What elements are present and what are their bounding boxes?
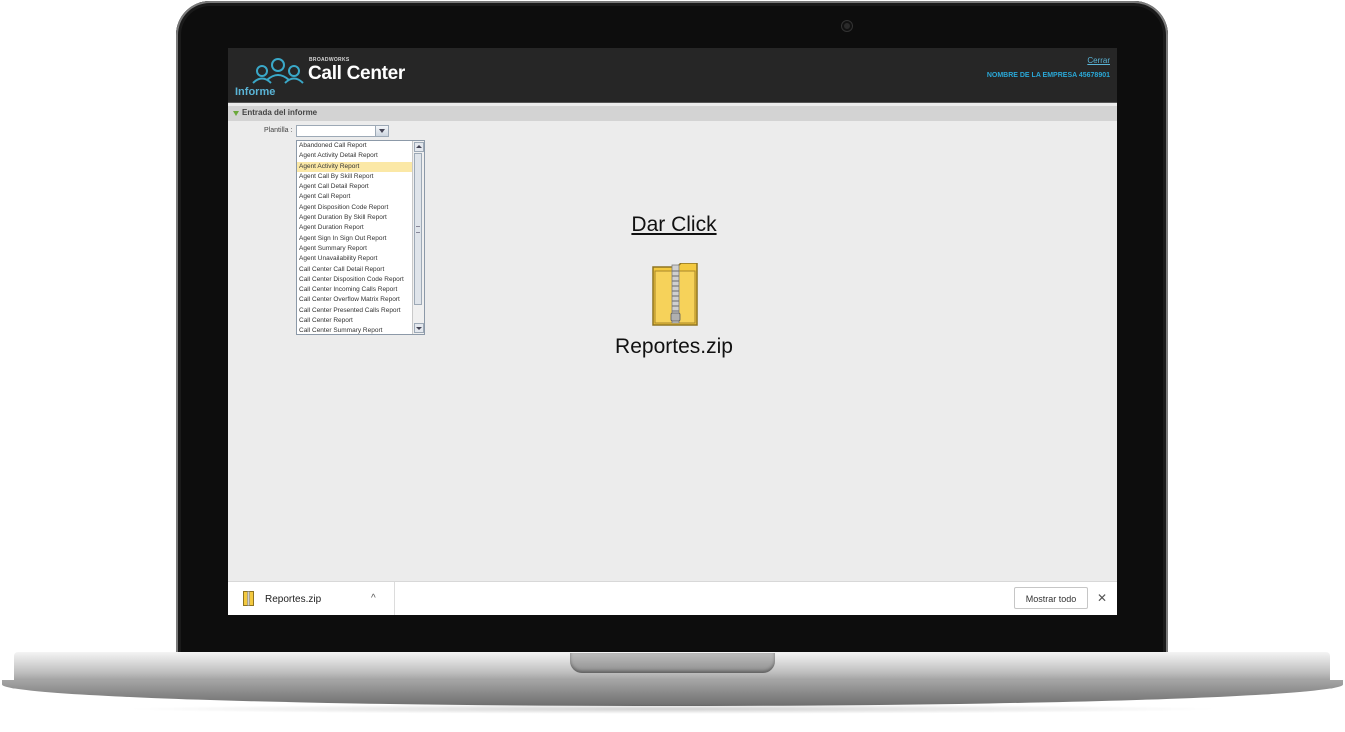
laptop-shadow xyxy=(120,704,1225,714)
chevron-up-icon[interactable]: ^ xyxy=(371,593,376,604)
close-icon[interactable]: ✕ xyxy=(1097,591,1107,605)
app-header: BROADWORKS Call Center Informe Cerrar NO… xyxy=(228,48,1117,103)
dropdown-option[interactable]: Agent Call Detail Report xyxy=(297,182,413,192)
dropdown-option[interactable]: Call Center Summary Report xyxy=(297,326,413,334)
dropdown-option[interactable]: Agent Duration By Skill Report xyxy=(297,213,413,223)
report-input-section-header[interactable]: Entrada del informe xyxy=(228,106,1117,121)
dropdown-arrow-icon[interactable] xyxy=(375,126,388,136)
dropdown-option[interactable]: Agent Activity Detail Report xyxy=(297,151,413,161)
dropdown-options: Abandoned Call Report Agent Activity Deta… xyxy=(297,141,413,334)
download-bar: Reportes.zip ^ Mostrar todo ✕ xyxy=(228,581,1117,615)
show-all-button[interactable]: Mostrar todo xyxy=(1014,587,1088,609)
dropdown-option[interactable]: Call Center Overflow Matrix Report xyxy=(297,295,413,305)
click-instruction[interactable]: Dar Click xyxy=(604,213,744,237)
dropdown-option[interactable]: Agent Call Report xyxy=(297,192,413,202)
dropdown-option[interactable]: Agent Duration Report xyxy=(297,223,413,233)
page-title: Informe xyxy=(235,86,276,98)
laptop-base-bottom xyxy=(2,680,1343,706)
dropdown-scrollbar[interactable] xyxy=(412,141,424,334)
dropdown-option[interactable]: Agent Disposition Code Report xyxy=(297,203,413,213)
brand-title: Call Center xyxy=(308,63,406,84)
dropdown-option[interactable]: Call Center Report xyxy=(297,316,413,326)
dropdown-option[interactable]: Agent Sign In Sign Out Report xyxy=(297,234,413,244)
dropdown-option[interactable]: Call Center Call Detail Report xyxy=(297,265,413,275)
dropdown-option[interactable]: Call Center Presented Calls Report xyxy=(297,306,413,316)
scroll-down-icon[interactable] xyxy=(414,323,424,333)
zip-file-icon xyxy=(243,591,254,606)
dropdown-option[interactable]: Call Center Incoming Calls Report xyxy=(297,285,413,295)
dropdown-option[interactable]: Abandoned Call Report xyxy=(297,141,413,151)
scrollbar-thumb[interactable] xyxy=(414,153,422,305)
company-name: NOMBRE DE LA EMPRESA 45678901 xyxy=(986,72,1110,79)
template-dropdown-list[interactable]: Abandoned Call Report Agent Activity Deta… xyxy=(296,140,425,335)
scroll-up-icon[interactable] xyxy=(414,142,424,152)
dropdown-option[interactable]: Agent Summary Report xyxy=(297,244,413,254)
download-file-name[interactable]: Reportes.zip xyxy=(265,594,321,605)
section-title: Entrada del informe xyxy=(242,108,318,117)
webcam xyxy=(842,21,852,31)
dropdown-option[interactable]: Agent Unavailability Report xyxy=(297,254,413,264)
template-select[interactable] xyxy=(296,125,389,137)
screen: BROADWORKS Call Center Informe Cerrar NO… xyxy=(228,48,1117,615)
template-label: Plantilla : xyxy=(264,127,293,134)
dropdown-option[interactable]: Agent Activity Report xyxy=(297,161,413,172)
dropdown-option[interactable]: Agent Call By Skill Report xyxy=(297,172,413,182)
logout-link[interactable]: Cerrar xyxy=(1087,56,1110,65)
dropdown-option[interactable]: Call Center Disposition Code Report xyxy=(297,275,413,285)
collapse-arrow-icon[interactable] xyxy=(233,111,239,116)
laptop-notch xyxy=(570,653,775,673)
download-item[interactable]: Reportes.zip ^ xyxy=(228,582,395,615)
zip-folder-icon[interactable] xyxy=(651,263,699,327)
call-center-logo-icon xyxy=(252,58,304,84)
zip-file-name[interactable]: Reportes.zip xyxy=(584,335,764,359)
